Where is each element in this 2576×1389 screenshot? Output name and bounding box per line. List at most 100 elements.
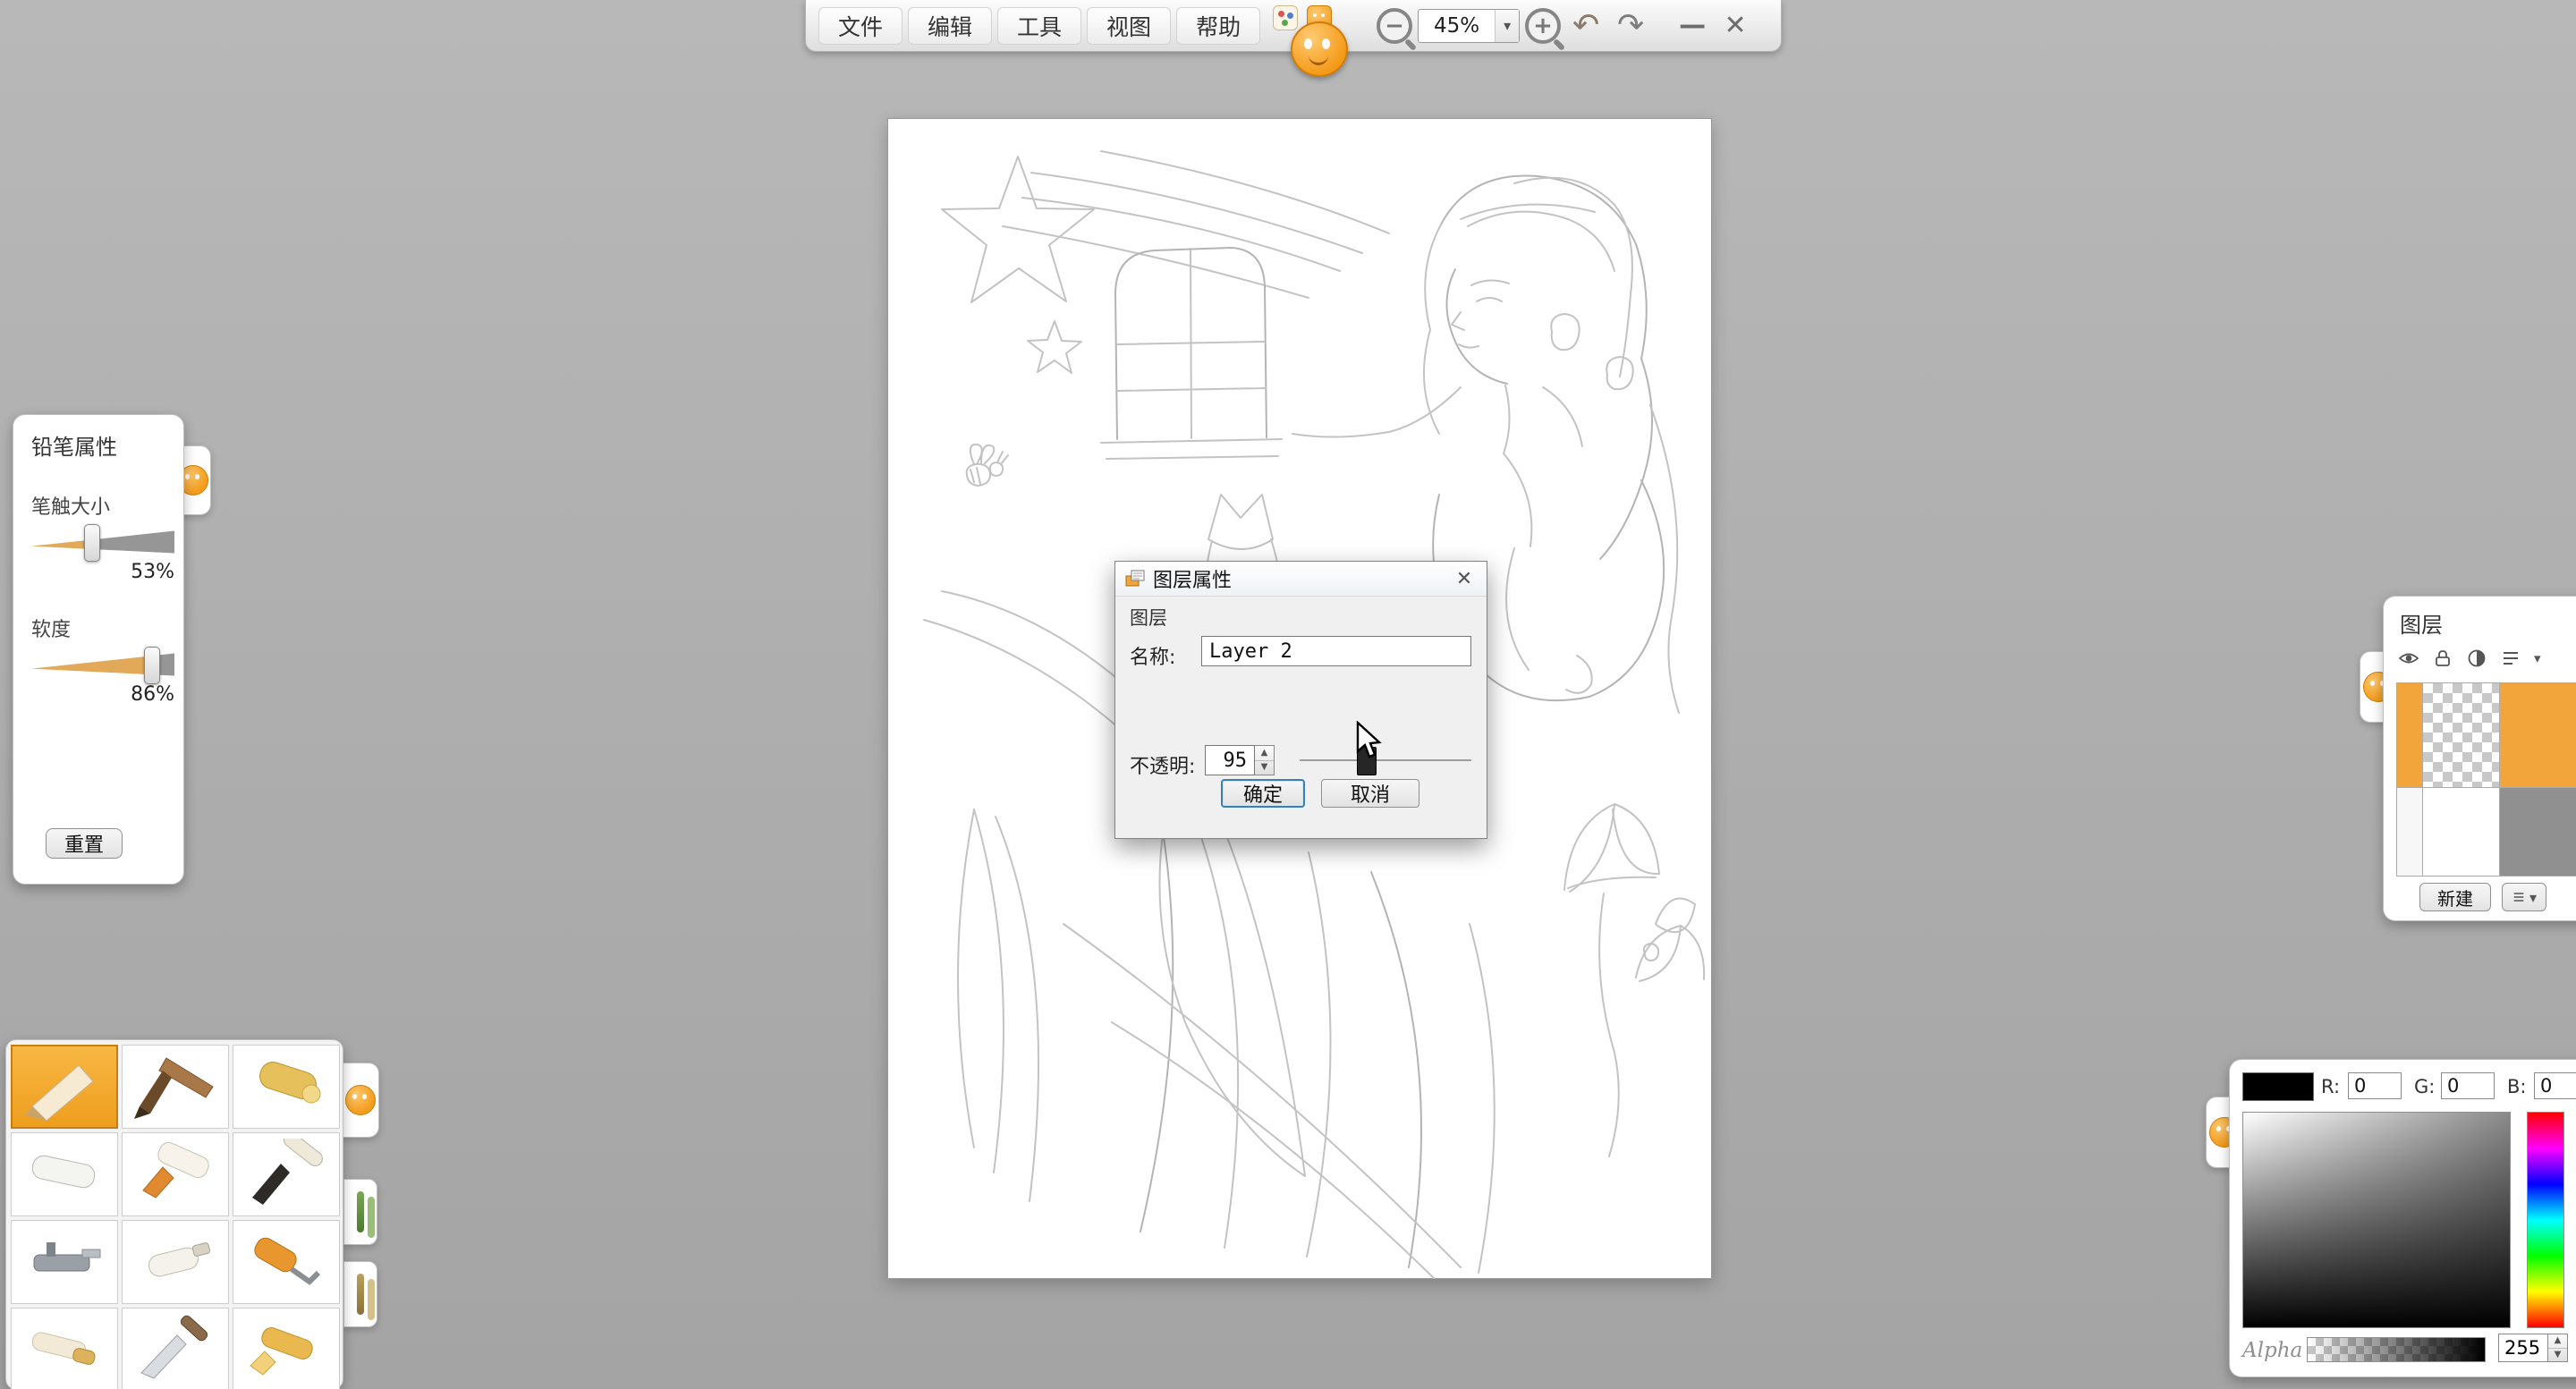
new-layer-button-label: 新建: [2437, 885, 2473, 910]
marker-tool-icon: [242, 1051, 331, 1122]
alpha-value-input[interactable]: [2498, 1334, 2548, 1362]
brush-size-slider[interactable]: [31, 529, 174, 555]
layer-row-2[interactable]: [2396, 682, 2576, 787]
dialog-body: 图层 名称: 不透明: ▲ ▼ 确定 取消: [1115, 597, 1487, 839]
chalk-tool-icon: [20, 1314, 109, 1385]
brush-size-handle[interactable]: [84, 524, 100, 562]
softness-handle[interactable]: [144, 647, 160, 684]
layer-2-thumbnail[interactable]: [2422, 683, 2499, 787]
alpha-spin-down-icon[interactable]: ▼: [2548, 1349, 2567, 1362]
layer-list-dropdown-button[interactable]: ▾: [2502, 883, 2546, 911]
tool-chalk[interactable]: [11, 1308, 118, 1389]
softness-slider[interactable]: [31, 651, 174, 678]
airbrush-tool-icon: [20, 1226, 109, 1298]
main-toolbar: 文件 编辑 工具 视图 帮助 − 45% ▾ + ↶ ↷ — ✕: [805, 0, 1782, 52]
zoom-in-button[interactable]: +: [1525, 8, 1561, 44]
close-icon: ✕: [1724, 10, 1747, 41]
layer-menu-icon[interactable]: [2500, 648, 2521, 669]
layer-1-thumbnail[interactable]: [2422, 788, 2499, 876]
minimize-icon: —: [1679, 10, 1706, 41]
layer-1-color-swatch[interactable]: [2499, 788, 2576, 876]
saturation-value-picker[interactable]: [2242, 1112, 2511, 1328]
alpha-label: Alpha: [2242, 1339, 2302, 1362]
blend-contrast-icon[interactable]: [2466, 648, 2487, 669]
undo-button[interactable]: ↶: [1566, 6, 1606, 46]
tool-ink-brush[interactable]: [233, 1132, 340, 1216]
paper-texture-button-2[interactable]: [343, 1261, 377, 1327]
chevron-down-icon[interactable]: ▾: [1495, 10, 1519, 42]
zoom-out-button[interactable]: −: [1377, 8, 1412, 44]
menu-file[interactable]: 文件: [818, 7, 902, 45]
tool-brush[interactable]: [122, 1045, 229, 1129]
brush-size-track: [31, 530, 174, 554]
layer-group-label: 图层: [1130, 604, 1167, 631]
layer-name-input[interactable]: [1201, 636, 1471, 666]
layer-row-1[interactable]: [2396, 787, 2576, 877]
minimize-button[interactable]: —: [1674, 7, 1711, 45]
layer-menu-caret-icon[interactable]: ▾: [2534, 650, 2541, 666]
zoom-level-dropdown[interactable]: 45% ▾: [1418, 9, 1520, 43]
cancel-button[interactable]: 取消: [1321, 779, 1419, 808]
layer-1-selection-strip: [2397, 788, 2422, 876]
tool-airbrush[interactable]: [11, 1220, 118, 1304]
mascot-logo-icon[interactable]: [1291, 21, 1348, 77]
dialog-titlebar[interactable]: 图层属性 ✕: [1115, 562, 1487, 597]
name-label: 名称:: [1130, 641, 1175, 670]
ok-button[interactable]: 确定: [1221, 779, 1305, 808]
scroll-icon: [357, 1274, 364, 1315]
reset-button[interactable]: 重置: [46, 828, 123, 859]
current-color-swatch[interactable]: [2242, 1072, 2314, 1101]
opacity-value-input[interactable]: [1205, 745, 1255, 775]
pencil-panel-title: 铅笔属性: [13, 415, 183, 461]
opacity-label: 不透明:: [1130, 750, 1195, 779]
new-layer-button[interactable]: 新建: [2419, 883, 2491, 911]
menu-view[interactable]: 视图: [1087, 7, 1171, 45]
undo-icon: ↶: [1572, 7, 1599, 44]
palette-icon[interactable]: [1273, 5, 1298, 30]
red-value-input[interactable]: [2348, 1072, 2402, 1099]
bamboo-icon: [357, 1191, 364, 1232]
tool-roller[interactable]: [233, 1220, 340, 1304]
brush-tool-icon: [131, 1051, 220, 1122]
spin-down-icon[interactable]: ▼: [1255, 761, 1274, 775]
tool-eraser[interactable]: [11, 1132, 118, 1216]
close-button[interactable]: ✕: [1716, 7, 1754, 45]
red-label: R:: [2321, 1076, 2340, 1097]
tool-marker-gold[interactable]: [233, 1045, 340, 1129]
tool-grid: [11, 1045, 338, 1389]
visibility-eye-icon[interactable]: [2398, 648, 2419, 669]
redo-icon: ↷: [1617, 7, 1644, 44]
paper-texture-button-1[interactable]: [343, 1179, 377, 1245]
roller-tool-icon: [242, 1226, 331, 1298]
menu-tools[interactable]: 工具: [997, 7, 1081, 45]
menu-help-label: 帮助: [1196, 10, 1241, 42]
menu-edit[interactable]: 编辑: [908, 7, 992, 45]
layer-2-color-swatch[interactable]: [2499, 683, 2576, 787]
menu-help[interactable]: 帮助: [1176, 7, 1260, 45]
tool-pencil[interactable]: [11, 1045, 118, 1129]
bottle-tool-icon: [131, 1226, 220, 1298]
pencil-tool-icon: [20, 1051, 109, 1122]
cancel-button-label: 取消: [1351, 779, 1390, 808]
green-value-input[interactable]: [2441, 1072, 2495, 1099]
spin-up-icon[interactable]: ▲: [1255, 746, 1274, 761]
redo-button[interactable]: ↷: [1611, 6, 1650, 46]
layer-list: [2396, 682, 2576, 877]
dialog-close-button[interactable]: ✕: [1451, 567, 1478, 590]
opacity-spinner[interactable]: ▲ ▼: [1255, 745, 1275, 775]
tool-crayon[interactable]: [233, 1308, 340, 1389]
alpha-spin-up-icon[interactable]: ▲: [2548, 1334, 2567, 1349]
tool-marker-orange[interactable]: [122, 1132, 229, 1216]
tool-panel-tab-icon: [345, 1085, 376, 1115]
layer-dialog-icon: [1124, 568, 1146, 589]
blue-value-input[interactable]: [2534, 1072, 2576, 1099]
tool-bottle[interactable]: [122, 1220, 229, 1304]
alpha-slider[interactable]: [2307, 1337, 2486, 1362]
tool-knife[interactable]: [122, 1308, 229, 1389]
tool-panel-tab[interactable]: [342, 1063, 379, 1138]
hue-slider[interactable]: [2527, 1112, 2564, 1328]
pencil-properties-panel: 铅笔属性 笔触大小 53% 软度 86% 重置: [13, 414, 184, 885]
lock-icon[interactable]: [2432, 648, 2453, 669]
alpha-spinner[interactable]: ▲ ▼: [2548, 1334, 2568, 1362]
ink-brush-tool-icon: [242, 1139, 331, 1210]
